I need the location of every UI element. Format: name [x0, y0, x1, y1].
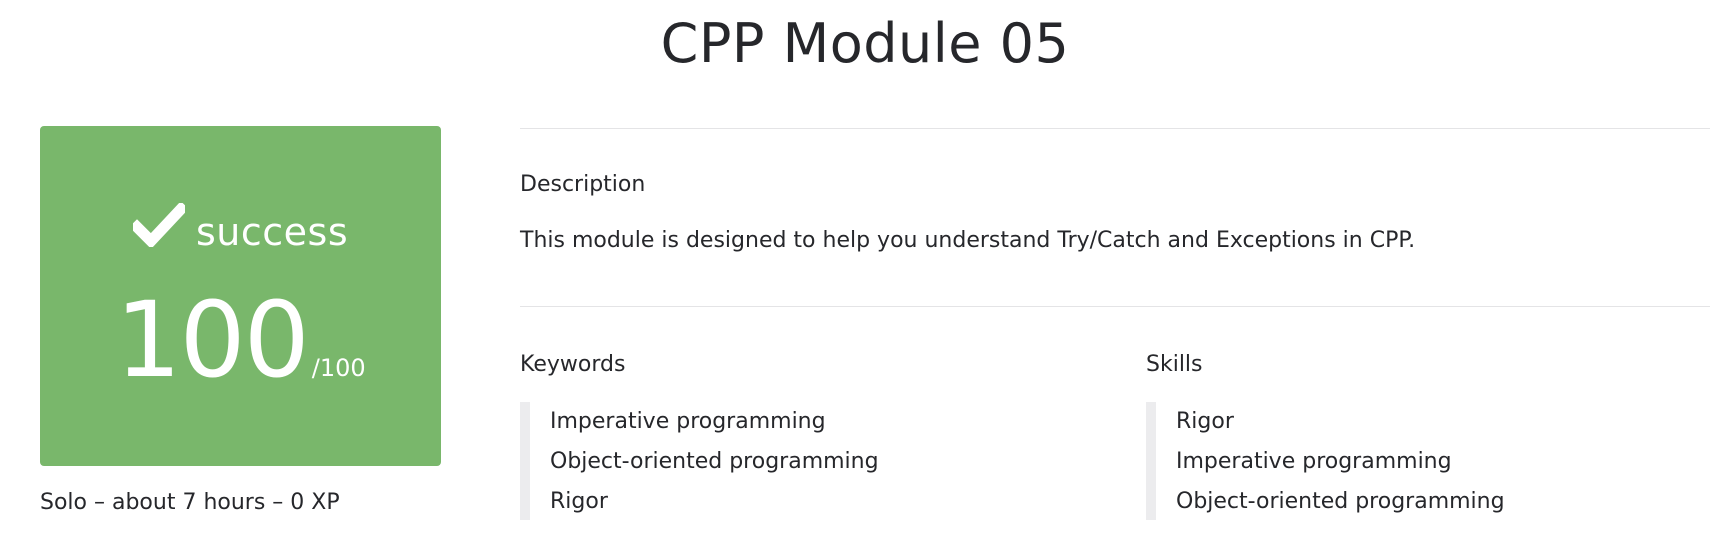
skill-item: Object-oriented programming: [1176, 489, 1505, 514]
keywords-heading: Keywords: [520, 352, 626, 377]
skills-heading: Skills: [1146, 352, 1203, 377]
keyword-item: Rigor: [550, 489, 608, 514]
divider-top: [520, 128, 1710, 129]
page-title: CPP Module 05: [660, 12, 1070, 75]
score-value: 100: [115, 279, 310, 401]
keyword-item: Object-oriented programming: [550, 449, 879, 474]
keyword-item: Imperative programming: [550, 409, 826, 434]
description-heading: Description: [520, 172, 646, 197]
skill-item: Rigor: [1176, 409, 1234, 434]
divider-middle: [520, 306, 1710, 307]
score-card: success 100/100: [40, 126, 441, 466]
score-row: 100/100: [40, 288, 441, 392]
skill-item: Imperative programming: [1176, 449, 1452, 474]
status-label: success: [195, 210, 349, 254]
project-meta: Solo – about 7 hours – 0 XP: [40, 490, 340, 515]
skills-list: Rigor Imperative programming Object-orie…: [1146, 402, 1505, 520]
score-max: /100: [311, 354, 366, 382]
check-icon: [129, 201, 189, 249]
status-row: success: [40, 196, 441, 254]
description-text: This module is designed to help you unde…: [520, 228, 1416, 253]
keywords-list: Imperative programming Object-oriented p…: [520, 402, 879, 520]
